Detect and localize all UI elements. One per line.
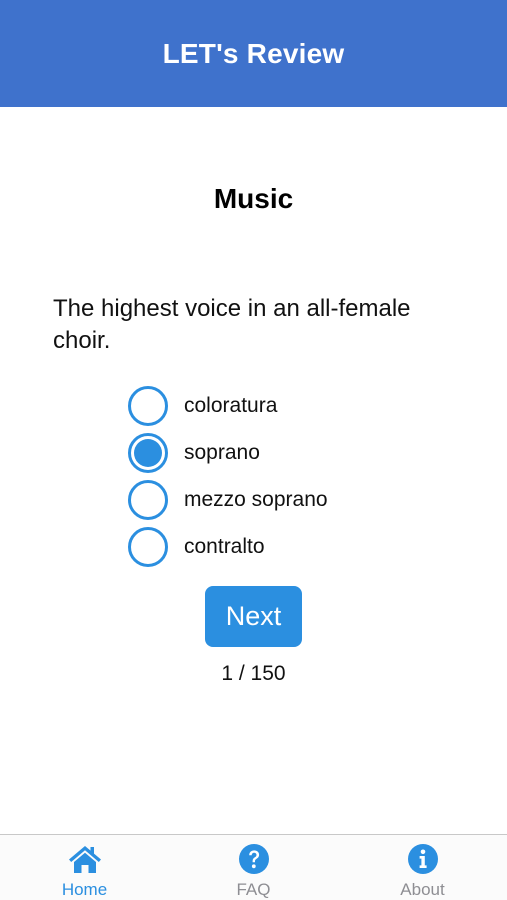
tab-faq[interactable]: FAQ [169, 835, 338, 900]
tab-label: About [400, 880, 445, 899]
answer-option-coloratura[interactable]: coloratura [128, 382, 328, 429]
answer-label: contralto [184, 534, 265, 558]
app-title: LET's Review [162, 37, 345, 69]
answer-label: coloratura [184, 393, 278, 417]
radio-button[interactable] [128, 526, 168, 567]
radio-selected-dot [134, 438, 162, 467]
tab-label: FAQ [236, 880, 271, 899]
answer-option-contralto[interactable]: contralto [128, 523, 328, 570]
radio-button[interactable] [128, 385, 168, 426]
tab-home[interactable]: Home [0, 835, 169, 900]
tab-label: Home [61, 880, 108, 899]
radio-button[interactable] [128, 479, 168, 520]
question-progress: 1 / 150 [221, 662, 286, 685]
navigation-bar: LET's Review [0, 0, 507, 107]
answer-label: mezzo soprano [184, 487, 328, 511]
next-button[interactable]: Next [205, 586, 302, 647]
tab-about[interactable]: About [338, 835, 507, 900]
radio-button-selected[interactable] [128, 432, 168, 473]
answer-option-soprano[interactable]: soprano [128, 429, 328, 476]
app-screen: LET's Review Music The highest voice in … [0, 0, 507, 900]
answer-option-mezzo-soprano[interactable]: mezzo soprano [128, 476, 328, 523]
info-circle-icon [406, 843, 440, 875]
answer-label: soprano [184, 440, 260, 464]
subject-title: Music [213, 183, 294, 214]
home-icon [68, 843, 102, 875]
question-circle-icon [237, 843, 271, 875]
question-text: The highest voice in an all-female choir… [53, 295, 411, 354]
answer-options: coloratura soprano mezzo soprano contral… [128, 382, 328, 570]
tab-bar: Home FAQ About [0, 834, 507, 900]
